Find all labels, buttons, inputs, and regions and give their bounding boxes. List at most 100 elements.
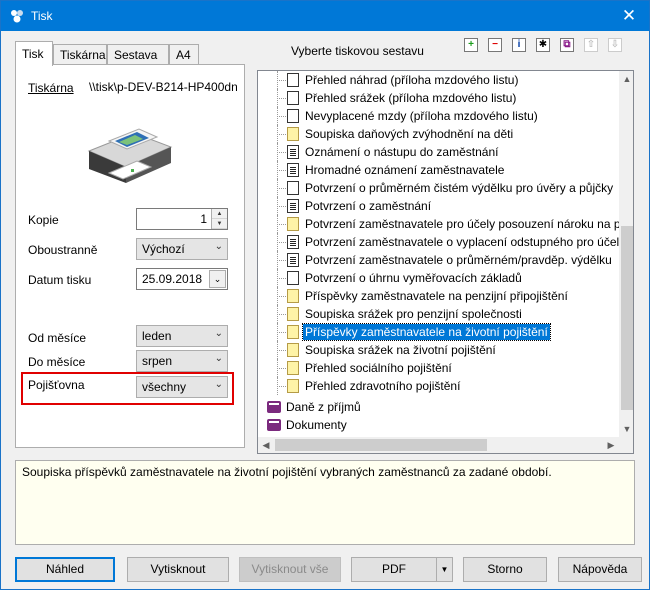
tree-line (277, 386, 286, 387)
tree-item[interactable]: Potvrzení zaměstnavatele o průměrném/pra… (258, 251, 618, 269)
scroll-thumb[interactable] (621, 226, 633, 410)
printer-value: \\tisk\p-DEV-B214-HP400dn (89, 80, 237, 94)
chevron-down-icon: ⌄ (214, 328, 223, 339)
to-month-select[interactable]: srpen ⌄ (136, 350, 228, 372)
tree-item-label: Potvrzení zaměstnavatele o průměrném/pra… (305, 253, 612, 267)
tree-item[interactable]: Oznámení o nástupu do zaměstnání (258, 143, 618, 161)
copies-spin-buttons[interactable]: ▲ ▼ (211, 209, 227, 229)
scroll-right-icon[interactable]: ▶ (603, 437, 619, 453)
tree-line (277, 278, 286, 279)
chevron-down-icon: ⌄ (214, 241, 223, 252)
spin-down-icon[interactable]: ▼ (212, 219, 227, 229)
tree-item[interactable]: Potvrzení o úhrnu vyměřovacích základů (258, 269, 618, 287)
move-down-icon[interactable]: ⇩ (608, 38, 622, 52)
white-doc-icon (287, 181, 299, 195)
to-month-label: Do měsíce (28, 355, 86, 369)
copy-icon[interactable]: ⧉ (560, 38, 574, 52)
copies-stepper[interactable]: 1 ▲ ▼ (136, 208, 228, 230)
cancel-button[interactable]: Storno (463, 557, 547, 582)
tree-item[interactable]: Hromadné oznámení zaměstnavatele (258, 161, 618, 179)
help-button[interactable]: Nápověda (558, 557, 642, 582)
spin-up-icon[interactable]: ▲ (212, 209, 227, 219)
form-doc-icon (287, 145, 299, 159)
white-doc-icon (287, 73, 299, 87)
yellow-doc-icon (287, 307, 299, 321)
tree-item-label: Oznámení o nástupu do zaměstnání (305, 145, 499, 159)
duplex-value: Výchozí (142, 242, 185, 256)
tree-item-label: Soupiska daňových zvýhodnění na děti (305, 127, 514, 141)
tree-group-dane[interactable]: Daně z příjmů (258, 398, 618, 416)
tree-item[interactable]: Nevyplacené mzdy (příloha mzdového listu… (258, 107, 618, 125)
pdf-label: PDF (382, 562, 406, 576)
duplex-select[interactable]: Výchozí ⌄ (136, 238, 228, 260)
highlight-box (21, 372, 234, 405)
print-button[interactable]: Vytisknout (127, 557, 229, 582)
white-doc-icon (287, 109, 299, 123)
scroll-up-icon[interactable]: ▲ (619, 71, 633, 87)
printer-icon (87, 128, 173, 183)
book-icon (267, 419, 281, 431)
tree-item[interactable]: Přehled náhrad (příloha mzdového listu) (258, 71, 618, 89)
printer-label[interactable]: Tiskárna (28, 81, 74, 95)
duplex-label: Oboustranně (28, 243, 98, 257)
tree-item[interactable]: Soupiska daňových zvýhodnění na děti (258, 125, 618, 143)
form-doc-icon (287, 163, 299, 177)
tree-item[interactable]: Přehled zdravotního pojištění (258, 377, 618, 395)
tree-line (277, 80, 286, 81)
report-tree[interactable]: Přehled náhrad (příloha mzdového listu) P… (257, 70, 634, 454)
preview-button[interactable]: Náhled (15, 557, 115, 582)
tab-tiskarna[interactable]: Tiskárna (53, 44, 107, 65)
remove-icon[interactable]: − (488, 38, 502, 52)
from-month-select[interactable]: leden ⌄ (136, 325, 228, 347)
tree-item[interactable]: Potvrzení zaměstnavatele pro účely posou… (258, 215, 621, 233)
scrollbar-corner (619, 437, 633, 453)
tree-item-label: Soupiska srážek pro penzijní společnosti (305, 307, 522, 321)
date-value[interactable]: 25.09.2018 (142, 272, 202, 286)
tree-line (277, 296, 286, 297)
tree-item-label: Přehled sociálního pojištění (305, 361, 452, 375)
tree-line (277, 206, 286, 207)
tree-item-label: Příspěvky zaměstnavatele na penzijní při… (305, 289, 568, 303)
vertical-scrollbar[interactable]: ▲ ▼ (619, 71, 633, 437)
horizontal-scrollbar[interactable]: ◀ ▶ (258, 437, 619, 453)
tree-line (277, 116, 286, 117)
yellow-doc-icon (287, 379, 299, 393)
scroll-thumb[interactable] (275, 439, 487, 451)
tree-item[interactable]: Soupiska srážek na životní pojištění (258, 341, 618, 359)
date-field[interactable]: 25.09.2018 ⌄ (136, 268, 228, 290)
info-icon[interactable]: i (512, 38, 526, 52)
tree-item[interactable]: Příspěvky zaměstnavatele na životní poji… (258, 323, 618, 341)
tree-line (277, 170, 286, 171)
tab-tisk[interactable]: Tisk (15, 41, 53, 66)
copies-value[interactable]: 1 (200, 212, 207, 226)
tree-item[interactable]: Potvrzení o průměrném čistém výdělku pro… (258, 179, 618, 197)
tab-a4[interactable]: A4 (169, 44, 199, 65)
move-up-icon[interactable]: ⇧ (584, 38, 598, 52)
chevron-down-icon: ⌄ (214, 353, 223, 364)
copies-label: Kopie (28, 213, 59, 227)
tab-sestava[interactable]: Sestava (107, 44, 169, 65)
close-icon[interactable]: ✕ (609, 1, 649, 31)
tree-item[interactable]: Příspěvky zaměstnavatele na penzijní při… (258, 287, 618, 305)
tree-line (277, 368, 286, 369)
tree-item-label: Potvrzení zaměstnavatele o vyplacení ods… (305, 235, 620, 249)
dropdown-arrow-icon[interactable]: ▼ (436, 558, 452, 581)
tree-item[interactable]: Soupiska srážek pro penzijní společnosti (258, 305, 618, 323)
print-all-button[interactable]: Vytisknout vše (239, 557, 341, 582)
tree-item[interactable]: Potvrzení zaměstnavatele o vyplacení ods… (258, 233, 620, 251)
tree-item[interactable]: Přehled sociálního pojištění (258, 359, 618, 377)
white-doc-icon (287, 271, 299, 285)
tree-item-label: Potvrzení zaměstnavatele pro účely posou… (305, 217, 621, 231)
form-doc-icon (287, 253, 299, 267)
tree-line (277, 242, 286, 243)
new-icon[interactable]: ✱ (536, 38, 550, 52)
calendar-dropdown-icon[interactable]: ⌄ (209, 270, 226, 288)
scroll-left-icon[interactable]: ◀ (258, 437, 274, 453)
tree-group-dokumenty[interactable]: Dokumenty (258, 416, 618, 434)
scroll-down-icon[interactable]: ▼ (619, 421, 633, 437)
tree-item[interactable]: Přehled srážek (příloha mzdového listu) (258, 89, 618, 107)
pdf-button[interactable]: PDF ▼ (351, 557, 453, 582)
tree-item[interactable]: Potvrzení o zaměstnání (258, 197, 618, 215)
title-bar: Tisk ✕ (1, 1, 649, 31)
add-icon[interactable]: + (464, 38, 478, 52)
